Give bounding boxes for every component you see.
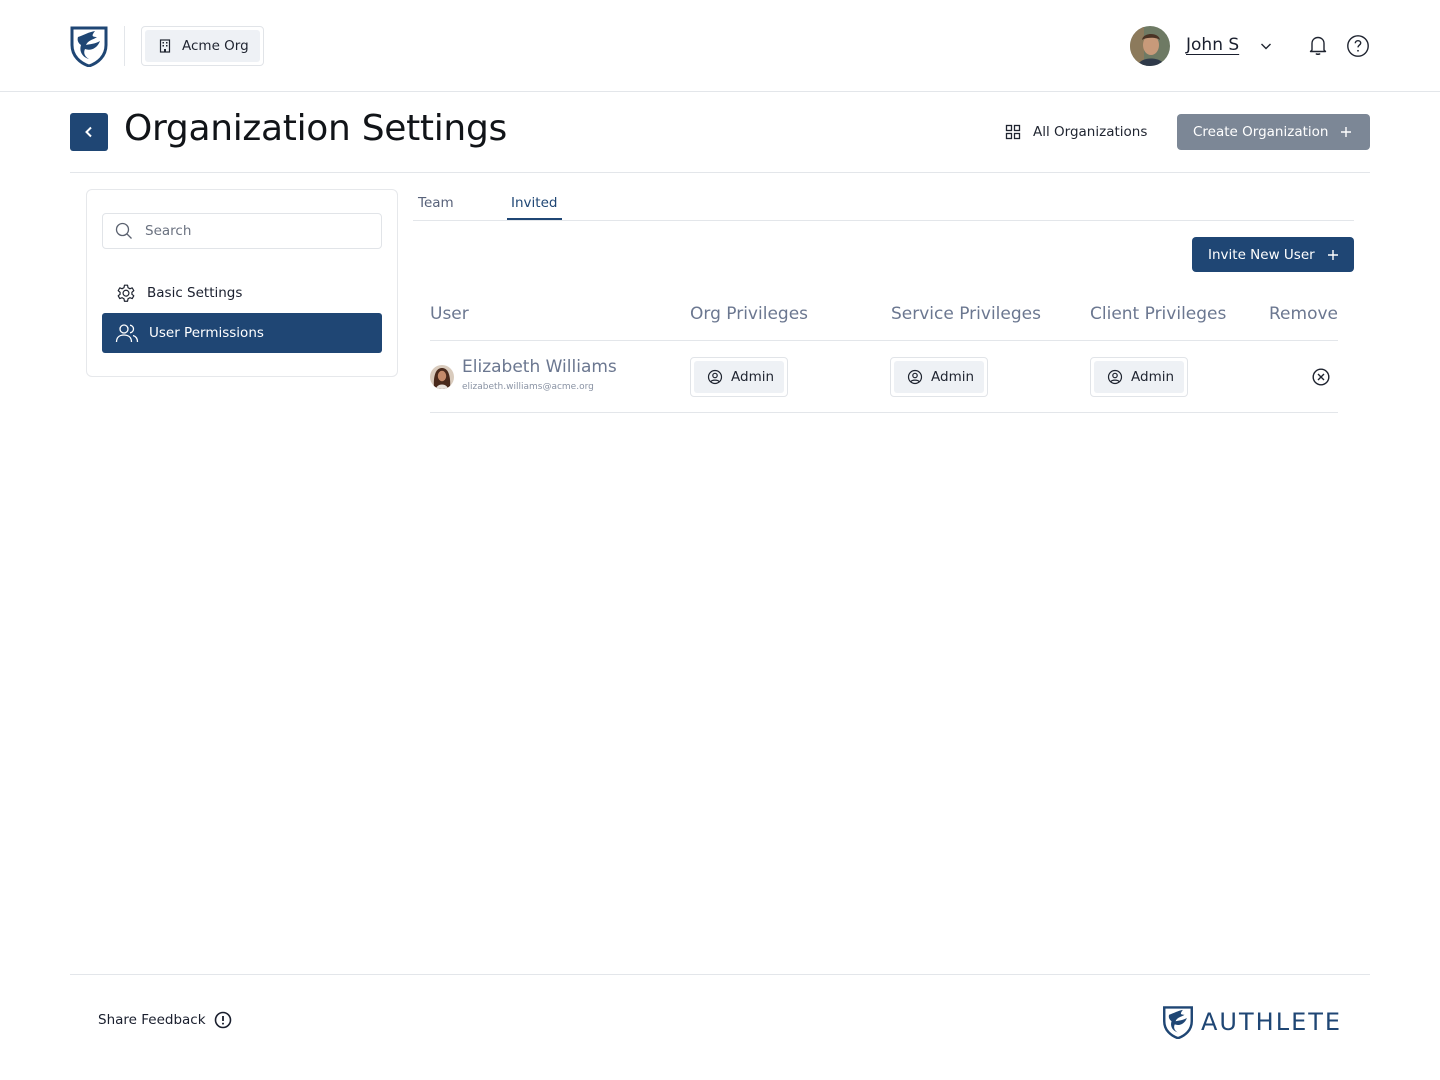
client-privilege-selector[interactable]: Admin — [1090, 357, 1188, 397]
brand-wordmark: AUTHLETE — [1201, 1008, 1343, 1036]
avatar — [430, 365, 454, 389]
gear-icon — [117, 284, 135, 302]
table-header-divider — [430, 340, 1338, 341]
sidebar-item-user-permissions[interactable]: User Permissions — [102, 313, 382, 353]
org-switcher[interactable]: Acme Org — [141, 26, 264, 66]
all-organizations-link[interactable]: All Organizations — [1005, 120, 1147, 144]
share-feedback-label: Share Feedback — [98, 1012, 206, 1028]
help-icon[interactable] — [1346, 34, 1370, 58]
bell-icon[interactable] — [1306, 33, 1330, 57]
search-field[interactable] — [102, 213, 382, 249]
plus-icon — [1341, 127, 1352, 137]
user-menu-name[interactable]: John S — [1186, 35, 1239, 55]
chevron-left-icon — [85, 126, 92, 138]
table-row-divider — [430, 412, 1338, 413]
org-privilege-selector[interactable]: Admin — [690, 357, 788, 397]
all-organizations-label: All Organizations — [1033, 124, 1148, 140]
column-header-remove: Remove — [1269, 304, 1338, 324]
tab-team[interactable]: Team — [418, 195, 454, 218]
user-avatar[interactable] — [1130, 26, 1170, 66]
column-header-user: User — [430, 304, 469, 324]
user-circle-icon — [907, 369, 923, 385]
plus-icon — [1327, 249, 1338, 260]
footer-brand-logo: AUTHLETE — [1161, 1005, 1342, 1039]
search-icon — [115, 222, 132, 239]
footer-divider — [70, 974, 1370, 975]
user-circle-icon — [1107, 369, 1123, 385]
grid-icon — [1005, 124, 1021, 140]
permissions-tabs: Team Invited — [413, 190, 1354, 221]
search-input[interactable] — [145, 223, 365, 239]
authlete-logo-icon[interactable] — [69, 25, 109, 67]
page-title: Organization Settings — [124, 108, 507, 149]
header-divider-line — [70, 172, 1370, 173]
settings-sidebar: Basic Settings User Permissions — [86, 189, 398, 377]
chevron-down-icon[interactable] — [1258, 38, 1274, 54]
column-header-service-privileges: Service Privileges — [891, 304, 1041, 324]
authlete-logo-icon — [1163, 1006, 1193, 1039]
create-organization-label: Create Organization — [1193, 124, 1329, 140]
service-privilege-selector[interactable]: Admin — [890, 357, 988, 397]
top-bar: Acme Org John S — [0, 0, 1440, 92]
alert-circle-icon — [214, 1011, 231, 1029]
invite-new-user-button[interactable]: Invite New User — [1192, 237, 1354, 272]
users-icon — [115, 324, 139, 343]
sidebar-item-label: User Permissions — [149, 325, 264, 341]
column-header-client-privileges: Client Privileges — [1090, 304, 1227, 324]
back-button[interactable] — [70, 113, 108, 151]
org-name: Acme Org — [182, 38, 249, 54]
share-feedback-link[interactable]: Share Feedback — [98, 1011, 232, 1029]
header-divider — [124, 26, 125, 66]
user-name: Elizabeth Williams — [462, 357, 617, 377]
column-header-org-privileges: Org Privileges — [690, 304, 809, 324]
privilege-label: Admin — [731, 369, 775, 385]
privilege-label: Admin — [1131, 369, 1175, 385]
building-icon — [159, 39, 171, 53]
invite-new-user-label: Invite New User — [1208, 246, 1315, 263]
create-organization-button[interactable]: Create Organization — [1177, 114, 1370, 150]
privilege-label: Admin — [931, 369, 975, 385]
sidebar-item-label: Basic Settings — [147, 285, 243, 301]
tab-invited[interactable]: Invited — [507, 195, 563, 220]
sidebar-item-basic-settings[interactable]: Basic Settings — [102, 273, 382, 313]
remove-user-icon[interactable] — [1311, 367, 1331, 387]
user-email: elizabeth.williams@acme.org — [462, 382, 594, 392]
user-circle-icon — [707, 369, 723, 385]
